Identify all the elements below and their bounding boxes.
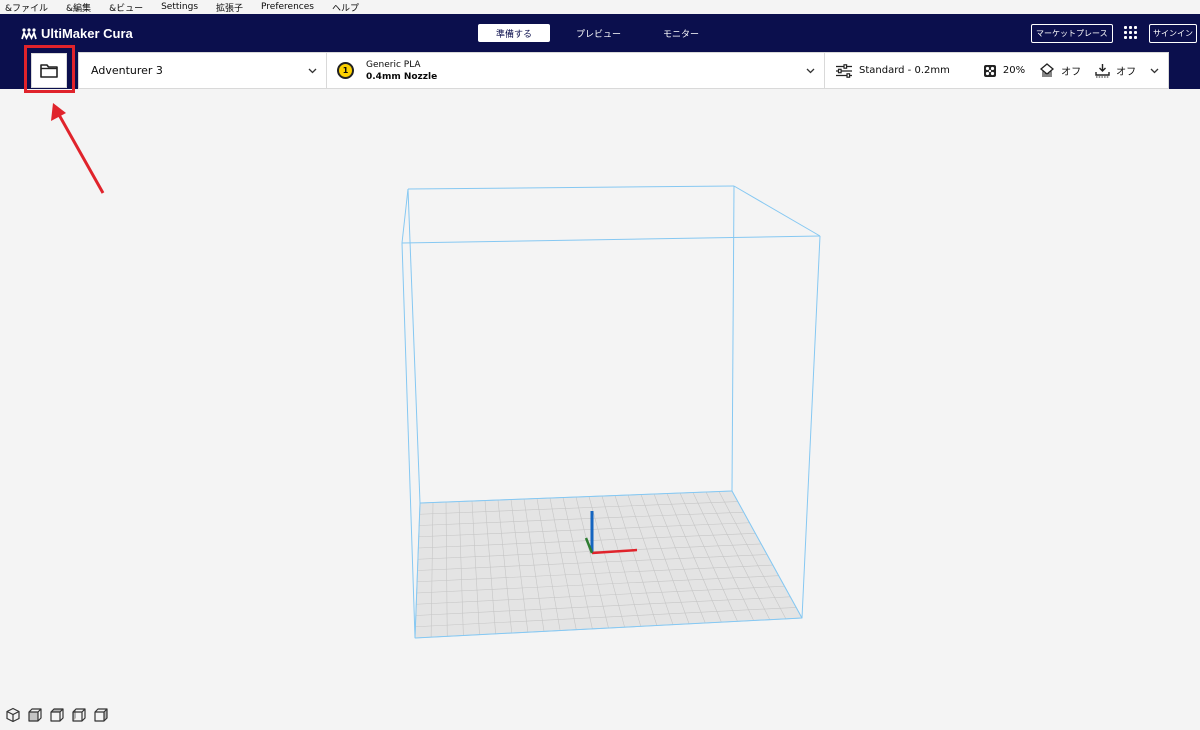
plate-grid-line: [692, 492, 754, 621]
extruder-number: 1: [342, 66, 349, 75]
menu-view[interactable]: &ビュー: [109, 1, 143, 14]
profile-setting: Standard - 0.2mm: [835, 63, 950, 78]
support-icon: [1040, 63, 1055, 77]
plate-grid-line: [484, 500, 496, 634]
plate-grid-line: [718, 491, 787, 619]
plate-grid-line: [549, 497, 577, 630]
plate-grid-line: [653, 493, 706, 624]
plate-grid-line: [415, 596, 791, 616]
chevron-down-icon: [806, 68, 815, 74]
plate-grid-line: [614, 495, 658, 626]
infill-icon: [983, 64, 996, 77]
menu-extensions[interactable]: 拡張子: [216, 1, 243, 14]
plate-grid-line: [417, 554, 768, 571]
menu-help[interactable]: ヘルプ: [332, 1, 359, 14]
tab-monitor[interactable]: モニター: [647, 24, 715, 42]
adhesion-value: オフ: [1116, 67, 1137, 78]
3d-view-icon[interactable]: [5, 707, 21, 723]
plate-grid-line: [419, 511, 744, 526]
build-plate: [414, 490, 803, 639]
plate-grid-line: [497, 499, 513, 634]
infill-setting: 20%: [983, 64, 1025, 78]
adhesion-icon: [1095, 64, 1110, 78]
open-file-button[interactable]: [31, 53, 67, 88]
material-selector[interactable]: 1 Generic PLA 0.4mm Nozzle: [327, 53, 825, 88]
chevron-down-icon: [1150, 68, 1159, 74]
plate-grid-line: [417, 543, 762, 560]
apps-grid-icon[interactable]: [1124, 26, 1138, 40]
support-setting: オフ: [1039, 63, 1081, 78]
plate-grid-line: [588, 496, 625, 628]
right-view-icon[interactable]: [93, 707, 109, 723]
marketplace-button[interactable]: マーケットプレース: [1031, 24, 1113, 43]
infill-value: 20%: [1002, 65, 1026, 76]
ultimaker-logo-icon: [21, 27, 37, 40]
nozzle-name: 0.4mm Nozzle: [366, 71, 438, 82]
plate-grid-line: [640, 494, 690, 624]
plate-grid-line: [430, 502, 434, 638]
plate-grid-line: [418, 522, 750, 538]
print-setup-bar: Adventurer 3 1 Generic PLA 0.4mm Nozzle …: [78, 52, 1169, 89]
material-name: Generic PLA: [366, 59, 421, 70]
extruder-badge-icon: 1: [337, 62, 354, 79]
annotation-arrow: [51, 103, 105, 194]
print-settings-selector[interactable]: Standard - 0.2mm 20% オフ オフ: [825, 53, 1168, 88]
stage-tabs: 準備する プレビュー モニター: [478, 24, 725, 42]
support-value: オフ: [1061, 67, 1082, 78]
plate-grid-line: [679, 492, 738, 622]
plate-grid-line: [416, 575, 779, 594]
plate-grid-line: [536, 498, 561, 631]
profile-label: Standard - 0.2mm: [859, 65, 950, 76]
front-view-icon[interactable]: [27, 707, 43, 723]
chevron-down-icon: [308, 68, 317, 74]
menu-settings[interactable]: Settings: [161, 2, 198, 12]
printer-selector[interactable]: Adventurer 3: [79, 53, 327, 88]
brand-logo: UltiMaker Cura: [21, 26, 133, 41]
plate-grid-line: [417, 564, 773, 583]
plate-grid-line: [601, 495, 642, 627]
plate-grid-line: [523, 498, 545, 632]
plate-grid-line: [415, 607, 797, 628]
menu-file[interactable]: &ファイル: [5, 1, 48, 14]
folder-icon: [40, 64, 58, 78]
build-volume-outline: [401, 185, 821, 639]
printer-name: Adventurer 3: [91, 64, 163, 77]
brand-name: UltiMaker Cura: [41, 26, 133, 41]
plate-grid-line: [575, 496, 609, 629]
left-view-icon[interactable]: [71, 707, 87, 723]
plate-grid-line: [445, 501, 448, 637]
axis-indicator: [584, 511, 638, 555]
menu-preferences[interactable]: Preferences: [261, 2, 314, 12]
plate-grid-line: [419, 501, 738, 515]
plate-grid-line: [510, 499, 529, 633]
plate-grid-line: [458, 501, 464, 636]
tab-preview[interactable]: プレビュー: [560, 24, 637, 42]
plate-grid-line: [705, 491, 771, 620]
top-view-icon[interactable]: [49, 707, 65, 723]
sign-in-button[interactable]: サインイン: [1149, 24, 1197, 43]
view-orientation-bar: [5, 707, 115, 723]
menu-edit[interactable]: &編集: [66, 1, 91, 14]
plate-grid-line: [666, 493, 722, 623]
plate-grid-line: [416, 585, 785, 605]
application-menu-bar: &ファイル &編集 &ビュー Settings 拡張子 Preferences …: [0, 0, 1200, 14]
sliders-icon: [836, 63, 852, 78]
tab-prepare[interactable]: 準備する: [478, 24, 551, 42]
plate-grid-line: [627, 494, 674, 625]
plate-grid-line: [418, 533, 756, 549]
3d-viewport: [51, 103, 821, 639]
plate-grid-line: [471, 500, 480, 635]
plate-grid-line: [562, 497, 593, 629]
adhesion-setting: オフ: [1095, 63, 1136, 78]
